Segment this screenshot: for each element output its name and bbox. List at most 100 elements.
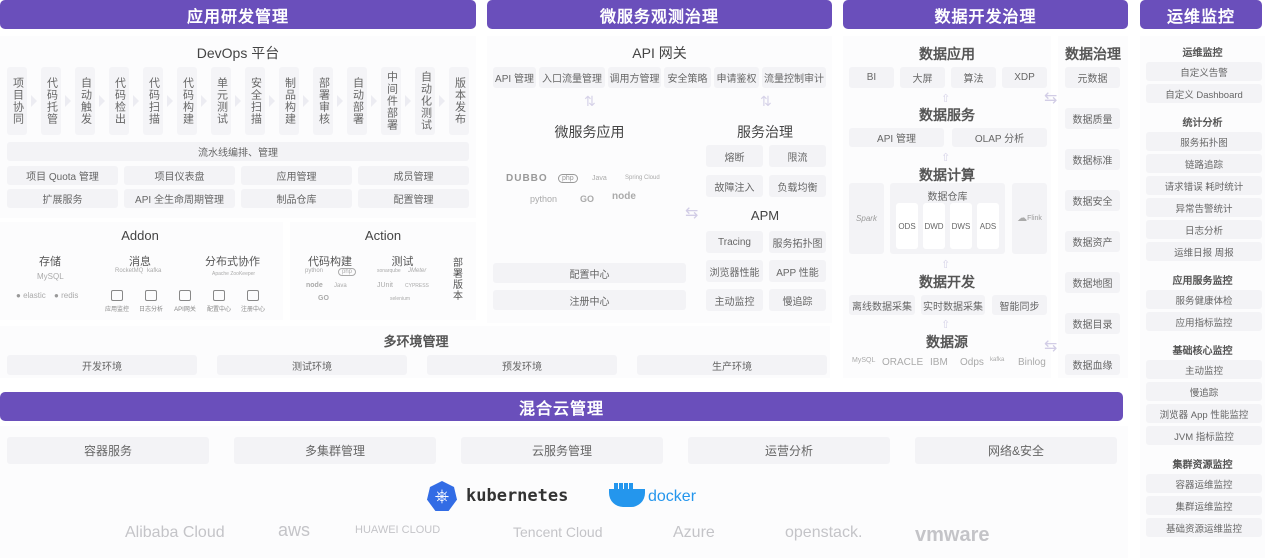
cloud-provider-logo: aws — [278, 520, 311, 540]
pipeline-step: 代码构建 — [177, 67, 197, 135]
cloud-provider-logo: Tencent Cloud — [513, 524, 603, 540]
swap-arrow-icon: ⇆ — [1044, 90, 1058, 107]
logo-elastic: ● elastic — [16, 291, 46, 300]
pipeline-step: 代码扫描 — [143, 67, 163, 135]
docker-containers-icon — [614, 483, 634, 489]
chevron-right-icon — [303, 95, 309, 107]
governance-item: 负载均衡 — [769, 175, 826, 197]
warehouse-layer: DWS — [950, 203, 972, 249]
pipeline-step: 自动触发 — [75, 67, 95, 135]
data-source-logo: IBM — [930, 357, 948, 368]
devops-grid-item: 配置管理 — [358, 189, 469, 208]
cloud-item: 云服务管理 — [461, 437, 663, 464]
env-item: 开发环境 — [7, 355, 197, 375]
devops-grid-item: 成员管理 — [358, 166, 469, 185]
ops-group-title: 运维监控 — [1182, 48, 1223, 59]
header-hybrid-cloud: 混合云管理 — [0, 392, 1123, 421]
env-item: 生产环境 — [637, 355, 827, 375]
data-source-logo: ORACLE — [882, 357, 924, 368]
logo-php: php — [338, 268, 357, 276]
cloud-item: 网络&安全 — [915, 437, 1117, 464]
tool-icon — [213, 290, 225, 301]
governance-item: 熔断 — [706, 145, 763, 167]
logo-java: Java — [592, 175, 607, 182]
devops-grid-item: 应用管理 — [241, 166, 352, 185]
logo-jmeter: JMeter — [408, 268, 427, 274]
ms-registry-center: 注册中心 — [493, 290, 686, 310]
logo-python: python — [305, 268, 324, 274]
ms-config-center: 配置中心 — [493, 263, 686, 283]
bidirectional-arrow-icon: ⇅ — [584, 93, 596, 109]
ops-item: 主动监控 — [1146, 360, 1262, 379]
warehouse-layer: ADS — [977, 203, 999, 249]
data-develop-realtime: 实时数据采集 — [921, 295, 985, 315]
data-service-title: 数据服务 — [919, 107, 975, 123]
addon-tool-label: 日志分析 — [138, 307, 163, 313]
logo-go: GO — [318, 295, 329, 302]
env-item: 预发环境 — [427, 355, 617, 375]
gateway-item: API 管理 — [493, 67, 536, 88]
chevron-right-icon — [439, 95, 445, 107]
logo-kafka: kafka — [147, 268, 162, 274]
chevron-right-icon — [99, 95, 105, 107]
pipeline-step: 安全扫描 — [245, 67, 265, 135]
data-source-logo: Binlog — [1018, 357, 1046, 368]
addon-tool-label: 应用监控 — [104, 307, 129, 313]
tool-icon — [179, 290, 191, 301]
cloud-provider-logo: openstack. — [785, 524, 863, 541]
addon-tool-label: 注册中心 — [240, 307, 265, 313]
ops-group-title: 应用服务监控 — [1172, 276, 1233, 287]
pipeline-step: 代码检出 — [109, 67, 129, 135]
logo-dubbo: DUBBO — [506, 173, 548, 184]
pipeline-step: 中间件部署 — [381, 67, 401, 135]
ops-item: 集群运维监控 — [1146, 496, 1262, 515]
chevron-right-icon — [337, 95, 343, 107]
pipeline-step: 单元测试 — [211, 67, 231, 135]
data-gov-item: 数据血缘 — [1065, 354, 1120, 375]
data-app-item: XDP — [1002, 67, 1047, 88]
apm-item: Tracing — [706, 231, 763, 253]
bidirectional-arrow-icon: ⇅ — [760, 93, 772, 109]
action-deploy-label: 部署版本 — [453, 258, 463, 302]
devops-grid-item: 项目仪表盘 — [124, 166, 235, 185]
data-app-item: 算法 — [951, 67, 996, 88]
warehouse-layer: ODS — [896, 203, 918, 249]
ops-item: 请求错误 耗时统计 — [1146, 176, 1262, 195]
chevron-right-icon — [371, 95, 377, 107]
chevron-right-icon — [133, 95, 139, 107]
cloud-item: 运营分析 — [688, 437, 890, 464]
ops-item: 浏览器 App 性能监控 — [1146, 404, 1262, 423]
ops-group-title: 基础核心监控 — [1172, 346, 1233, 357]
swap-arrow-icon: ⇆ — [1044, 338, 1058, 355]
kubernetes-label: kubernetes — [466, 486, 569, 506]
data-gov-item: 数据目录 — [1065, 313, 1120, 334]
ops-item: JVM 指标监控 — [1146, 426, 1262, 445]
data-gov-item: 元数据 — [1065, 67, 1120, 88]
data-app-item: BI — [849, 67, 894, 88]
data-gov-item: 数据资产 — [1065, 231, 1120, 252]
data-app-item: 大屏 — [900, 67, 945, 88]
chevron-right-icon — [405, 95, 411, 107]
logo-zookeeper: Apache ZooKeeper — [212, 271, 256, 277]
chevron-right-icon — [235, 95, 241, 107]
addon-message-label: 消息 — [129, 256, 151, 268]
pipeline-step: 代码托管 — [41, 67, 61, 135]
ops-item: 应用指标监控 — [1146, 312, 1262, 331]
header-data-dev: 数据开发治理 — [843, 0, 1128, 29]
ops-item: 自定义 Dashboard — [1146, 84, 1262, 103]
devops-grid-item: 扩展服务 — [7, 189, 118, 208]
addon-storage-label: 存储 — [39, 256, 61, 268]
ops-item: 异常告警统计 — [1146, 198, 1262, 217]
devops-title: DevOps 平台 — [196, 45, 280, 61]
gateway-item: 流量控制审计 — [762, 67, 826, 88]
header-microservice: 微服务观测治理 — [487, 0, 832, 29]
logo-python: python — [530, 194, 558, 204]
data-gov-item: 数据地图 — [1065, 272, 1120, 293]
governance-item: 故障注入 — [706, 175, 763, 197]
logo-go: GO — [580, 194, 595, 204]
chevron-right-icon — [201, 95, 207, 107]
data-develop-title: 数据开发 — [919, 274, 975, 290]
ops-item: 服务健康体检 — [1146, 290, 1262, 309]
data-develop-offline: 离线数据采集 — [849, 295, 915, 315]
apm-item: 服务拓扑图 — [769, 231, 826, 253]
